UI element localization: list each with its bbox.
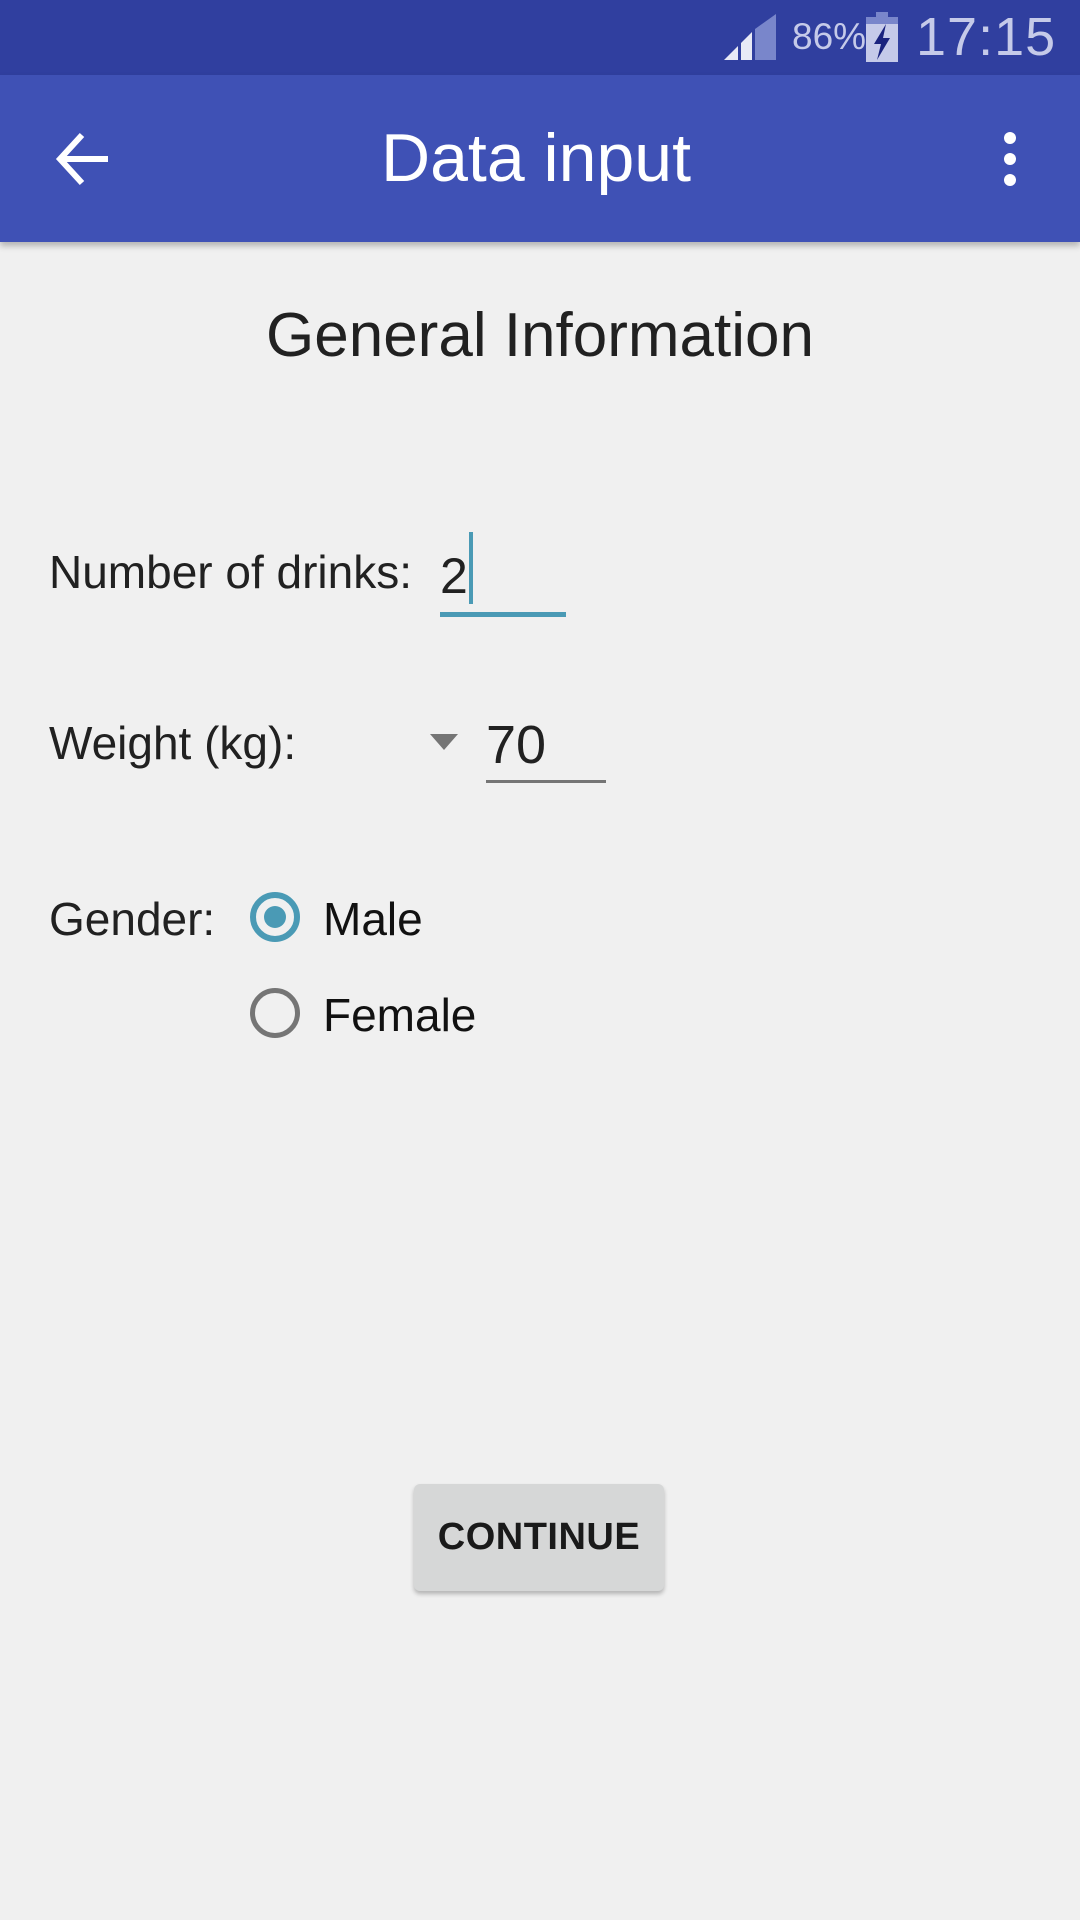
- battery-charging-icon: [866, 12, 898, 62]
- gender-label: Gender:: [49, 893, 216, 945]
- text-cursor: [469, 532, 473, 604]
- section-title: General Information: [266, 301, 814, 370]
- weight-label: Weight (kg):: [49, 717, 297, 769]
- drinks-label: Number of drinks:: [49, 546, 413, 598]
- weight-input[interactable]: [486, 710, 606, 783]
- radio-male-label[interactable]: Male: [323, 892, 423, 946]
- status-bar: 86% 17:15: [0, 0, 1080, 75]
- battery-percent: 86%: [792, 16, 867, 57]
- cell-signal-icon: [724, 14, 776, 60]
- page-title: Data input: [381, 120, 691, 196]
- radio-female[interactable]: [250, 988, 300, 1038]
- continue-button[interactable]: CONTINUE: [414, 1484, 664, 1591]
- app-bar: Data input: [0, 75, 1080, 242]
- more-vert-icon: [1004, 132, 1016, 186]
- drinks-input[interactable]: [440, 540, 566, 617]
- radio-male[interactable]: [250, 892, 300, 942]
- dropdown-arrow-icon[interactable]: [430, 734, 458, 750]
- radio-female-label[interactable]: Female: [323, 988, 476, 1042]
- more-options-button[interactable]: [990, 129, 1030, 189]
- clock: 17:15: [916, 7, 1057, 67]
